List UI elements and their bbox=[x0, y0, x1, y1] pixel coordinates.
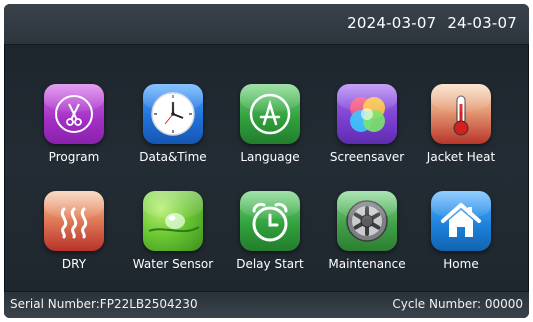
tile-water-sensor[interactable]: Water Sensor bbox=[128, 191, 218, 291]
scissors-icon bbox=[44, 84, 104, 144]
tile-label: Home bbox=[443, 257, 479, 271]
heat-waves-icon bbox=[44, 191, 104, 251]
water-drop-icon bbox=[143, 191, 203, 251]
time-text: 24-03-07 bbox=[447, 14, 517, 32]
tile-label: Data&Time bbox=[139, 150, 207, 164]
tile-label: Delay Start bbox=[236, 257, 304, 271]
tile-date-time[interactable]: Data&Time bbox=[128, 84, 218, 184]
cycle-number-text: Cycle Number: 00000 bbox=[392, 297, 523, 311]
alarm-clock-icon bbox=[240, 191, 300, 251]
bottom-status-bar: Serial Number:FP22LB2504230 Cycle Number… bbox=[4, 291, 529, 318]
color-bubbles-icon bbox=[337, 84, 397, 144]
tile-dry[interactable]: DRY bbox=[29, 191, 119, 291]
gear-icon bbox=[337, 191, 397, 251]
tile-program[interactable]: Program bbox=[29, 84, 119, 184]
tile-label: DRY bbox=[61, 257, 87, 271]
thermometer-icon bbox=[431, 84, 491, 144]
serial-number-text: Serial Number:FP22LB2504230 bbox=[10, 297, 198, 311]
tile-label: Jacket Heat bbox=[426, 150, 496, 164]
tile-screensaver[interactable]: Screensaver bbox=[322, 84, 412, 184]
clock-icon bbox=[143, 84, 203, 144]
tile-delay-start[interactable]: Delay Start bbox=[225, 191, 315, 291]
tile-label: Language bbox=[240, 150, 300, 164]
top-status-bar: 2024-03-07 24-03-07 bbox=[4, 4, 529, 45]
home-icon bbox=[431, 191, 491, 251]
device-screen: 2024-03-07 24-03-07 Program Data&Time La… bbox=[4, 4, 529, 318]
tile-home[interactable]: Home bbox=[416, 191, 506, 291]
date-time-display: 2024-03-07 24-03-07 bbox=[341, 14, 517, 32]
app-store-icon bbox=[240, 84, 300, 144]
tile-label: Water Sensor bbox=[132, 257, 214, 271]
tile-language[interactable]: Language bbox=[225, 84, 315, 184]
tile-maintenance[interactable]: Maintenance bbox=[322, 191, 412, 291]
tile-label: Program bbox=[48, 150, 100, 164]
date-text: 2024-03-07 bbox=[347, 14, 437, 32]
tile-jacket-heat[interactable]: Jacket Heat bbox=[416, 84, 506, 184]
